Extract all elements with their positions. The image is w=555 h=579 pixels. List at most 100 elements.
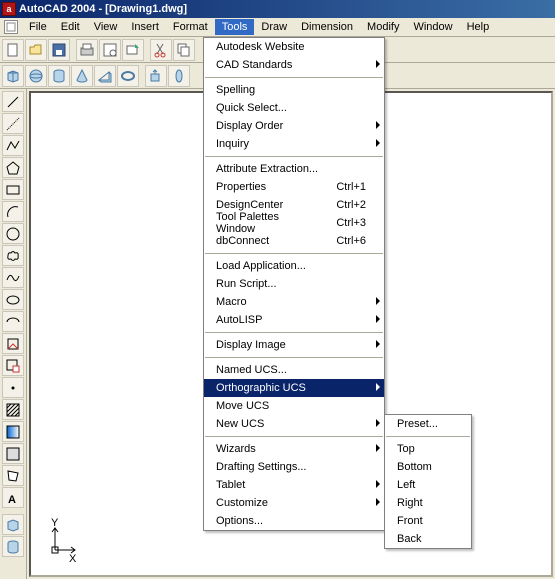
menu-item-label: Properties: [216, 181, 266, 193]
revision-cloud-button[interactable]: [2, 245, 24, 266]
ortho-ucs-item-front[interactable]: Front: [385, 512, 471, 530]
ortho-ucs-item-right[interactable]: Right: [385, 494, 471, 512]
cylinder-solid-button[interactable]: [2, 536, 24, 557]
tools-item-orthographic-ucs[interactable]: Orthographic UCS: [204, 379, 384, 397]
wedge-button[interactable]: [94, 65, 116, 87]
tools-item-macro[interactable]: Macro: [204, 293, 384, 311]
submenu-arrow-icon: [376, 383, 380, 391]
menu-help[interactable]: Help: [460, 19, 497, 35]
tools-item-drafting-settings[interactable]: Drafting Settings...: [204, 458, 384, 476]
submenu-arrow-icon: [376, 340, 380, 348]
ortho-ucs-item-preset[interactable]: Preset...: [385, 415, 471, 433]
ortho-ucs-item-back[interactable]: Back: [385, 530, 471, 548]
menu-item-label: Front: [397, 515, 423, 527]
gradient-button[interactable]: [2, 421, 24, 442]
orthographic-ucs-submenu: Preset... TopBottom Left Right Front Back: [384, 414, 472, 549]
spline-button[interactable]: [2, 267, 24, 288]
menu-view[interactable]: View: [87, 19, 125, 35]
polyline-button[interactable]: [2, 135, 24, 156]
tools-item-customize[interactable]: Customize: [204, 494, 384, 512]
menu-draw[interactable]: Draw: [254, 19, 294, 35]
revolve-button[interactable]: [168, 65, 190, 87]
submenu-arrow-icon: [376, 444, 380, 452]
titlebar: a AutoCAD 2004 - [Drawing1.dwg]: [0, 0, 555, 18]
document-icon: [4, 20, 18, 34]
menu-dimension[interactable]: Dimension: [294, 19, 360, 35]
tools-item-display-order[interactable]: Display Order: [204, 117, 384, 135]
tools-item-tool-palettes-window[interactable]: Tool Palettes WindowCtrl+3: [204, 214, 384, 232]
ortho-ucs-item-left[interactable]: Left: [385, 476, 471, 494]
menu-item-label: Spelling: [216, 84, 255, 96]
sphere-button[interactable]: [25, 65, 47, 87]
menu-format[interactable]: Format: [166, 19, 215, 35]
menu-item-label: Run Script...: [216, 278, 277, 290]
ellipse-button[interactable]: [2, 289, 24, 310]
mtext-button[interactable]: A: [2, 487, 24, 508]
point-button[interactable]: [2, 377, 24, 398]
cylinder-button[interactable]: [48, 65, 70, 87]
tools-item-options[interactable]: Options...: [204, 512, 384, 530]
menu-modify[interactable]: Modify: [360, 19, 406, 35]
tools-item-attribute-extraction[interactable]: Attribute Extraction...: [204, 160, 384, 178]
make-block-button[interactable]: [2, 355, 24, 376]
plot-button[interactable]: [76, 39, 98, 61]
menu-item-label: Orthographic UCS: [216, 382, 306, 394]
menu-edit[interactable]: Edit: [54, 19, 87, 35]
publish-button[interactable]: [122, 39, 144, 61]
construction-line-button[interactable]: [2, 113, 24, 134]
ortho-ucs-item-bottom[interactable]: Bottom: [385, 458, 471, 476]
menu-tools[interactable]: Tools: [215, 19, 255, 35]
circle-button[interactable]: [2, 223, 24, 244]
hatch-button[interactable]: [2, 399, 24, 420]
plot-preview-button[interactable]: [99, 39, 121, 61]
ortho-ucs-item-top[interactable]: Top: [385, 440, 471, 458]
copy-button[interactable]: [173, 39, 195, 61]
tools-item-new-ucs[interactable]: New UCS: [204, 415, 384, 433]
tools-item-named-ucs[interactable]: Named UCS...: [204, 361, 384, 379]
cone-button[interactable]: [71, 65, 93, 87]
arc-button[interactable]: [2, 201, 24, 222]
open-button[interactable]: [25, 39, 47, 61]
submenu-arrow-icon: [376, 121, 380, 129]
tools-item-display-image[interactable]: Display Image: [204, 336, 384, 354]
cut-button[interactable]: [150, 39, 172, 61]
tools-item-quick-select[interactable]: Quick Select...: [204, 99, 384, 117]
menu-item-label: Named UCS...: [216, 364, 287, 376]
tools-item-inquiry[interactable]: Inquiry: [204, 135, 384, 153]
menu-insert[interactable]: Insert: [124, 19, 166, 35]
window-title: AutoCAD 2004 - [Drawing1.dwg]: [19, 3, 187, 15]
save-button[interactable]: [48, 39, 70, 61]
tools-item-cad-standards[interactable]: CAD Standards: [204, 56, 384, 74]
submenu-arrow-icon: [376, 315, 380, 323]
tools-item-dbconnect[interactable]: dbConnectCtrl+6: [204, 232, 384, 250]
tools-item-move-ucs[interactable]: Move UCS: [204, 397, 384, 415]
tools-item-autolisp[interactable]: AutoLISP: [204, 311, 384, 329]
menu-item-label: Left: [397, 479, 415, 491]
tools-item-run-script[interactable]: Run Script...: [204, 275, 384, 293]
menu-item-shortcut: Ctrl+6: [316, 235, 366, 247]
tools-item-load-application[interactable]: Load Application...: [204, 257, 384, 275]
tools-item-properties[interactable]: PropertiesCtrl+1: [204, 178, 384, 196]
tools-item-spelling[interactable]: Spelling: [204, 81, 384, 99]
wipeout-button[interactable]: [2, 465, 24, 486]
line-button[interactable]: [2, 91, 24, 112]
torus-button[interactable]: [117, 65, 139, 87]
new-button[interactable]: [2, 39, 24, 61]
menu-item-shortcut: Ctrl+2: [316, 199, 366, 211]
menu-separator: [205, 253, 383, 254]
menu-item-label: Wizards: [216, 443, 256, 455]
region-button[interactable]: [2, 443, 24, 464]
tools-item-tablet[interactable]: Tablet: [204, 476, 384, 494]
tools-item-wizards[interactable]: Wizards: [204, 440, 384, 458]
extrude-button[interactable]: [145, 65, 167, 87]
menu-window[interactable]: Window: [406, 19, 459, 35]
box-button[interactable]: [2, 65, 24, 87]
rectangle-button[interactable]: [2, 179, 24, 200]
menu-file[interactable]: File: [22, 19, 54, 35]
box-solid-button[interactable]: [2, 514, 24, 535]
menu-item-label: Quick Select...: [216, 102, 287, 114]
tools-item-autodesk-website[interactable]: Autodesk Website: [204, 38, 384, 56]
polygon-button[interactable]: [2, 157, 24, 178]
insert-block-button[interactable]: [2, 333, 24, 354]
ellipse-arc-button[interactable]: [2, 311, 24, 332]
